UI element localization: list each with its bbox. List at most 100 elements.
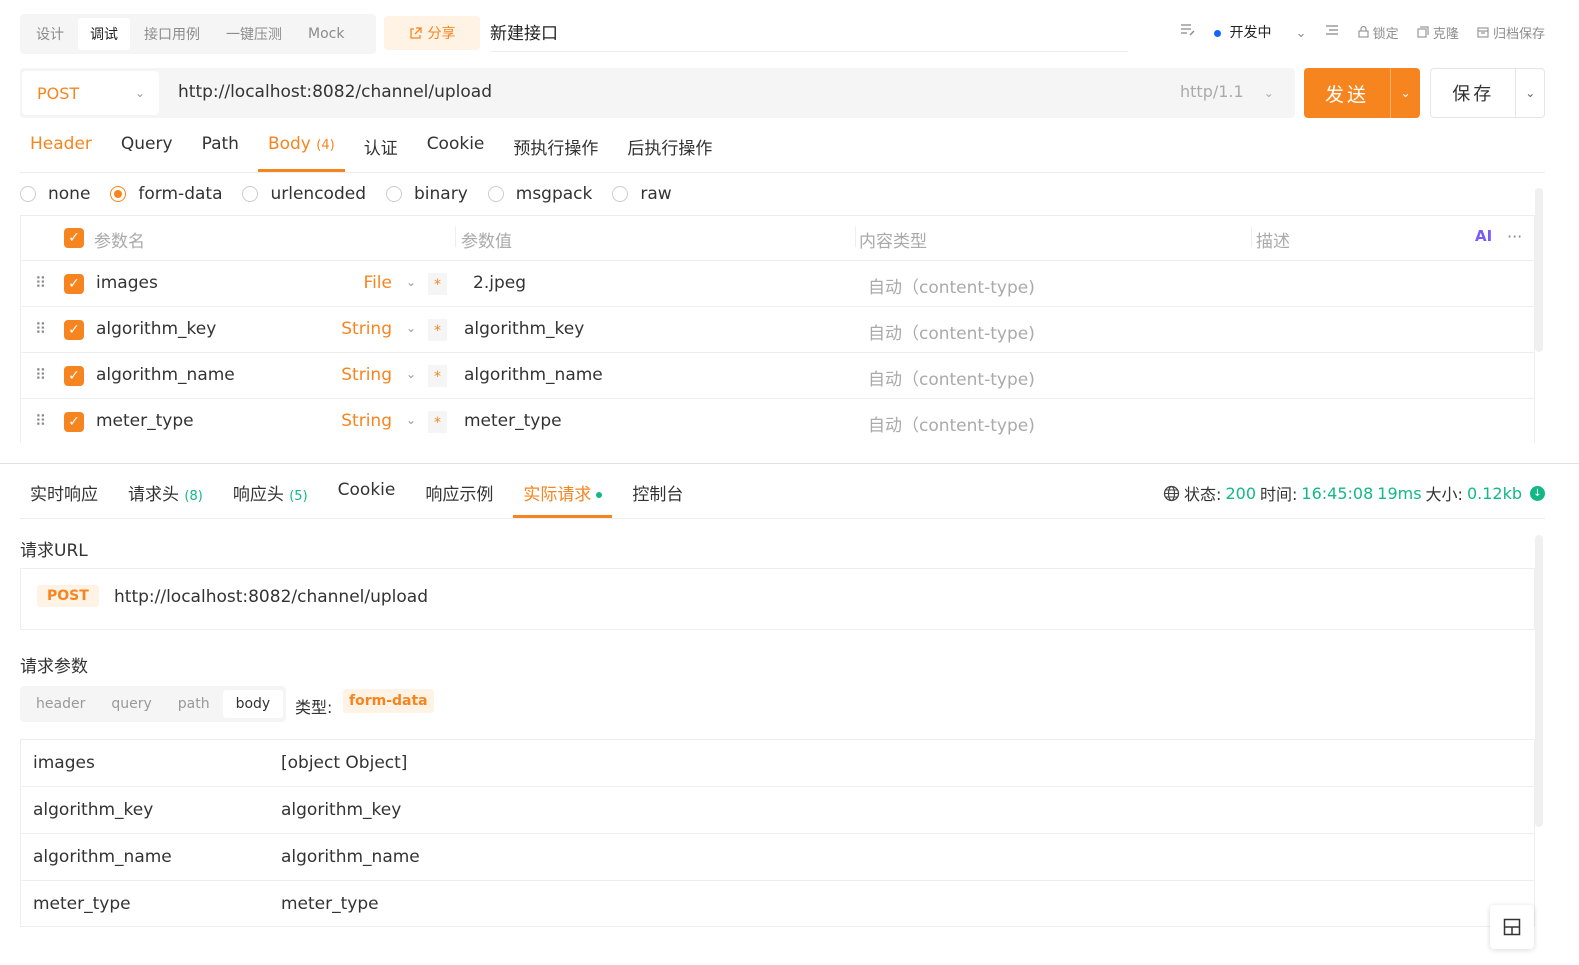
download-icon[interactable]: ↓ [1530,485,1545,501]
clone-button[interactable]: 克隆 [1417,23,1459,42]
row-checkbox[interactable]: ✓ [64,412,84,432]
response-scrollbar[interactable] [1535,535,1543,827]
chevron-down-icon[interactable]: ⌄ [406,367,416,381]
archive-button[interactable]: 归档保存 [1477,23,1545,42]
row-checkbox[interactable]: ✓ [64,320,84,340]
param-content-type[interactable]: 自动（content-type) [868,365,1035,390]
tab-header[interactable]: Header [20,128,102,172]
save-options-chevron-icon[interactable]: ⌄ [1515,69,1544,117]
mode-tab-debug[interactable]: 调试 [78,18,130,50]
tab-actual-request[interactable]: 实际请求 [513,470,613,518]
mode-tab-stress[interactable]: 一键压测 [214,18,294,50]
tab-live-response[interactable]: 实时响应 [20,470,108,518]
tab-label: 后执行操作 [627,139,713,159]
body-type-form-data[interactable]: form-data [110,184,222,204]
params-scrollbar[interactable] [1535,188,1543,352]
segment-header[interactable]: header [23,690,98,718]
radio[interactable] [110,186,127,202]
table-row: meter_type meter_type [21,881,1534,928]
param-name[interactable]: images [96,273,158,293]
radio[interactable] [242,186,259,202]
required-toggle[interactable]: * [428,365,447,387]
more-icon[interactable]: ··· [1507,227,1522,246]
radio[interactable] [612,186,629,202]
radio[interactable] [386,186,402,202]
tab-cookie[interactable]: Cookie [417,128,495,172]
radio[interactable] [20,186,36,202]
tab-auth[interactable]: 认证 [354,128,408,172]
body-type-none[interactable]: none [20,184,90,204]
layout-toggle-button[interactable] [1490,905,1534,949]
param-content-type[interactable]: 自动（content-type) [868,319,1035,344]
param-value[interactable]: algorithm_name [464,365,603,385]
row-checkbox[interactable]: ✓ [64,274,84,294]
required-toggle[interactable]: * [428,411,447,433]
tab-pre-script[interactable]: 预执行操作 [503,128,608,172]
tab-label: Query [120,134,173,154]
tab-body[interactable]: Body (4) [257,128,345,172]
api-name-input[interactable]: 新建接口 [490,20,1128,52]
param-type-select[interactable]: String [341,411,392,431]
send-button[interactable]: 发送 ⌄ [1304,68,1420,118]
tab-cookie[interactable]: Cookie [328,470,406,518]
param-content-type[interactable]: 自动（content-type) [868,411,1035,436]
param-type-select[interactable]: String [341,365,392,385]
edit-notes-icon[interactable] [1180,23,1196,41]
dev-status-select[interactable]: 开发中 ⌄ [1214,22,1307,42]
tab-response-headers[interactable]: 响应头 (5) [223,470,318,518]
tab-post-script[interactable]: 后执行操作 [617,128,722,172]
param-name[interactable]: meter_type [96,411,194,431]
radio[interactable] [487,186,504,202]
divider [855,227,856,247]
drag-handle-icon[interactable]: ⠿ [35,412,46,430]
mode-tab-design[interactable]: 设计 [24,18,76,50]
send-options-chevron-icon[interactable]: ⌄ [1390,68,1420,118]
save-button[interactable]: 保存 ⌄ [1430,68,1545,118]
body-type-urlencoded[interactable]: urlencoded [242,184,366,204]
chevron-down-icon[interactable]: ⌄ [406,275,416,289]
outline-icon[interactable] [1325,24,1340,41]
table-row: images [object Object] [21,740,1534,787]
required-toggle[interactable]: * [428,273,447,295]
row-checkbox[interactable]: ✓ [64,366,84,386]
share-button[interactable]: 分享 [384,16,480,50]
ai-icon[interactable]: AI [1475,227,1492,245]
chevron-down-icon[interactable]: ⌄ [406,321,416,335]
tab-label: 认证 [363,139,398,159]
segment-body[interactable]: body [222,690,284,718]
globe-icon[interactable] [1163,485,1180,502]
drag-handle-icon[interactable]: ⠿ [35,320,46,338]
param-value: [object Object] [281,753,408,773]
param-name[interactable]: algorithm_key [96,319,216,339]
response-time: 16:45:08 [1301,483,1374,503]
tab-response-examples[interactable]: 响应示例 [415,470,503,518]
method-select[interactable]: POST ⌄ [22,71,159,115]
drag-handle-icon[interactable]: ⠿ [35,274,46,292]
select-all-checkbox[interactable]: ✓ [64,228,84,248]
required-toggle[interactable]: * [428,319,447,341]
body-type-raw[interactable]: raw [612,184,672,204]
segment-path[interactable]: path [165,690,223,718]
http-version-select[interactable]: http/1.1 ⌄ [1180,82,1274,101]
param-content-type[interactable]: 自动（content-type) [868,273,1035,298]
param-value[interactable]: 2.jpeg [473,273,526,293]
lock-button[interactable]: 锁定 [1357,23,1399,42]
panel-splitter[interactable] [0,463,1579,464]
tab-request-headers[interactable]: 请求头 (8) [118,470,213,518]
tab-path[interactable]: Path [192,128,249,172]
body-type-binary[interactable]: binary [386,184,468,204]
segment-query[interactable]: query [98,690,164,718]
param-type-select[interactable]: String [341,319,392,339]
param-name[interactable]: algorithm_name [96,365,235,385]
param-value[interactable]: algorithm_key [464,319,584,339]
url-input[interactable]: http://localhost:8082/channel/upload [178,82,492,102]
mode-tab-cases[interactable]: 接口用例 [132,18,212,50]
tab-query[interactable]: Query [111,128,183,172]
body-type-msgpack[interactable]: msgpack [487,184,592,204]
drag-handle-icon[interactable]: ⠿ [35,366,46,384]
param-value[interactable]: meter_type [464,411,562,431]
mode-tab-mock[interactable]: Mock [296,20,356,48]
tab-console[interactable]: 控制台 [622,470,693,518]
param-type-select[interactable]: File [364,273,392,293]
chevron-down-icon[interactable]: ⌄ [406,413,416,427]
